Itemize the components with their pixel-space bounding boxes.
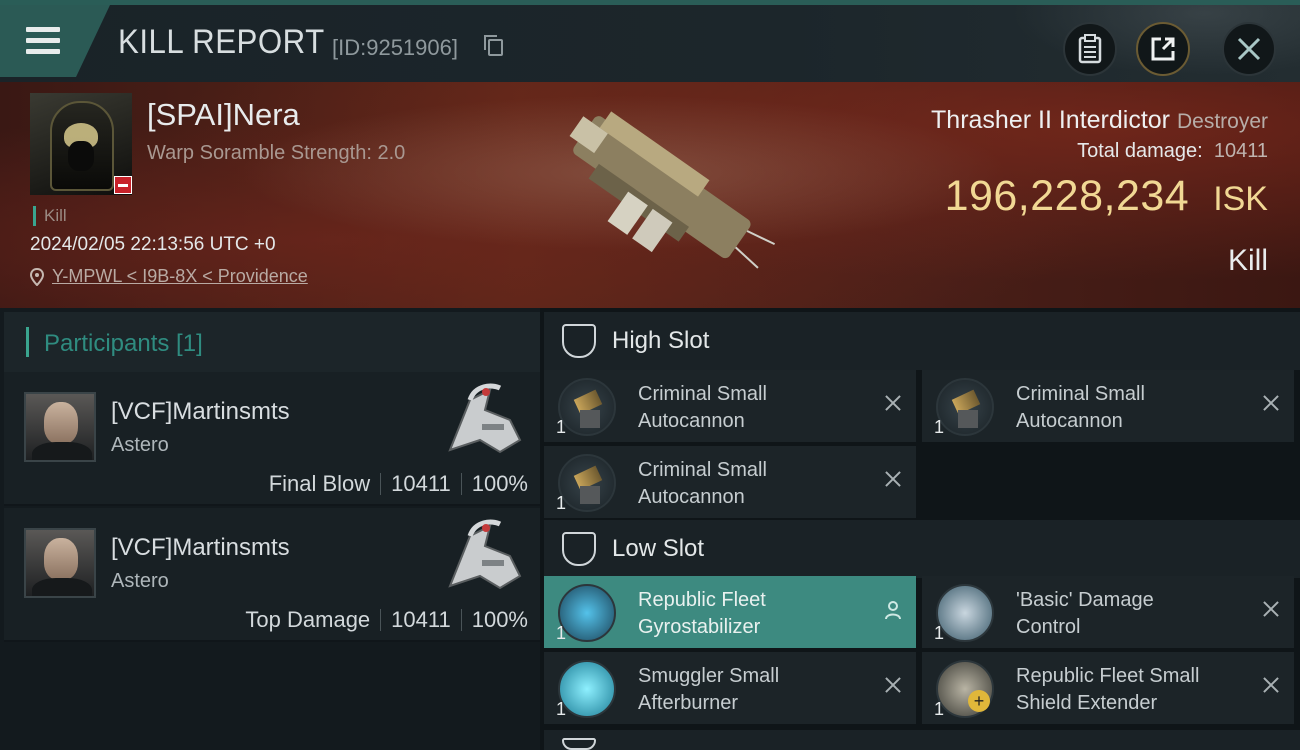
dropped-person-icon: [885, 601, 901, 620]
ship-name[interactable]: Thrasher II Interdictor Destroyer: [931, 106, 1268, 135]
slot-icon: [562, 738, 596, 750]
low-slot-icon: [562, 532, 596, 566]
victim-ship-image[interactable]: [530, 92, 780, 302]
location-link[interactable]: Y-MPWL < I9B-8X < Providence: [52, 266, 308, 287]
module-qty: 1: [934, 623, 945, 643]
module-name: Criminal Small Autocannon: [1016, 383, 1145, 432]
module-slot[interactable]: 1 Smuggler Small Afterburner: [544, 652, 916, 724]
participant-percent: 100%: [471, 471, 528, 496]
module-name: 'Basic' Damage Control: [1016, 589, 1154, 638]
module-slot[interactable]: + 1 Republic Fleet Small Shield Extender: [922, 652, 1294, 724]
module-slot[interactable]: 1 Criminal Small Autocannon: [544, 370, 916, 442]
destroyed-x-icon: [1260, 392, 1282, 414]
module-slot[interactable]: 1 Criminal Small Autocannon: [922, 370, 1294, 442]
participant-avatar: [24, 392, 96, 462]
participant-name: [VCF]Martinsmts: [111, 534, 290, 561]
page-title: KILL REPORT: [118, 23, 325, 61]
high-slot-icon: [562, 324, 596, 358]
afterburner-icon: [558, 660, 616, 718]
autocannon-icon: [936, 378, 994, 436]
participant-stats: Final Blow 10411 100%: [269, 471, 528, 497]
result-label: Kill: [1227, 244, 1268, 277]
participant-ship-icon: [448, 519, 522, 590]
kill-tag: Kill: [33, 206, 67, 226]
module-name: Smuggler Small Afterburner: [638, 665, 780, 714]
participant-ship-icon: [448, 383, 522, 454]
isk-unit: ISK: [1213, 180, 1268, 218]
share-icon: [1151, 37, 1175, 61]
autocannon-icon: [558, 454, 616, 512]
module-qty: 1: [556, 493, 567, 513]
location-pin-icon: [30, 267, 44, 286]
module-slot[interactable]: 1 'Basic' Damage Control: [922, 576, 1294, 648]
copy-icon[interactable]: [484, 35, 503, 56]
victim-subtitle: Warp Soramble Strength: 2.0: [147, 142, 406, 164]
module-qty: 1: [556, 699, 567, 719]
participant-role: Final Blow: [268, 471, 371, 496]
participant-avatar: [24, 528, 96, 598]
participant-ship: Astero: [111, 434, 169, 456]
autocannon-icon: [558, 378, 616, 436]
next-slot-header: [544, 730, 1300, 750]
participant-row[interactable]: [VCF]Martinsmts Astero Final Blow 10411 …: [4, 372, 540, 506]
participants-header[interactable]: Participants [1]: [4, 312, 540, 372]
clipboard-button[interactable]: [1063, 22, 1117, 76]
module-qty: 1: [556, 623, 567, 643]
shield-extender-icon: +: [936, 660, 994, 718]
fitting-panel: High Slot 1 Criminal Small Autocannon 1 …: [540, 308, 1300, 750]
participants-panel: Participants [1] [VCF]Martinsmts Astero …: [0, 308, 540, 750]
module-name: Criminal Small Autocannon: [638, 383, 767, 432]
low-slot-header: Low Slot: [544, 520, 1300, 578]
module-slot[interactable]: 1 Criminal Small Autocannon: [544, 446, 916, 518]
participant-role: Top Damage: [245, 607, 371, 632]
participant-percent: 100%: [471, 607, 528, 632]
participants-title: Participants [1]: [44, 330, 203, 357]
damage-control-icon: [936, 584, 994, 642]
kill-id: [ID:9251906]: [332, 35, 458, 60]
destroyed-x-icon: [882, 468, 904, 490]
module-qty: 1: [934, 699, 945, 719]
menu-button[interactable]: [0, 5, 110, 77]
destroyed-x-icon: [1260, 598, 1282, 620]
low-slot-title: Low Slot: [612, 535, 705, 562]
destroyed-x-icon: [882, 674, 904, 696]
standing-minus-icon: [114, 176, 132, 194]
module-qty: 1: [934, 417, 945, 437]
module-name: Criminal Small Autocannon: [638, 459, 767, 508]
kill-banner: [SPAI]Nera Warp Soramble Strength: 2.0 K…: [0, 82, 1300, 308]
share-button[interactable]: [1136, 22, 1190, 76]
isk-value: 196,228,234: [944, 172, 1190, 220]
participant-damage: 10411: [391, 607, 451, 632]
high-slot-header: High Slot: [544, 312, 1300, 370]
high-slot-title: High Slot: [612, 327, 710, 354]
header-bar: KILL REPORT [ID:9251906]: [0, 0, 1300, 87]
gyrostabilizer-icon: [558, 584, 616, 642]
total-damage: Total damage: 10411: [1077, 140, 1268, 162]
close-button[interactable]: [1222, 22, 1276, 76]
module-name: Republic Fleet Gyrostabilizer: [638, 589, 766, 638]
hamburger-icon: [26, 27, 60, 54]
participant-ship: Astero: [111, 570, 169, 592]
participant-row[interactable]: [VCF]Martinsmts Astero Top Damage 10411 …: [4, 508, 540, 642]
participant-stats: Top Damage 10411 100%: [245, 607, 528, 633]
participant-name: [VCF]Martinsmts: [111, 398, 290, 425]
module-qty: 1: [556, 417, 567, 437]
location-row: Y-MPWL < I9B-8X < Providence: [30, 266, 308, 287]
participant-damage: 10411: [391, 471, 451, 496]
close-icon: [1237, 37, 1261, 61]
victim-name[interactable]: [SPAI]Nera: [147, 97, 300, 133]
isk-value-row: 196,228,234 ISK: [945, 172, 1268, 221]
clipboard-icon: [1078, 34, 1102, 64]
plus-icon: +: [968, 690, 990, 712]
destroyed-x-icon: [1260, 674, 1282, 696]
destroyed-x-icon: [882, 392, 904, 414]
ship-class: Destroyer: [1176, 110, 1268, 133]
module-name: Republic Fleet Small Shield Extender: [1016, 665, 1200, 714]
kill-report-screen: KILL REPORT [ID:9251906] [SPAI]Nera Warp…: [0, 0, 1300, 750]
kill-timestamp: 2024/02/05 22:13:56 UTC +0: [30, 234, 276, 255]
module-slot[interactable]: 1 Republic Fleet Gyrostabilizer: [544, 576, 916, 648]
